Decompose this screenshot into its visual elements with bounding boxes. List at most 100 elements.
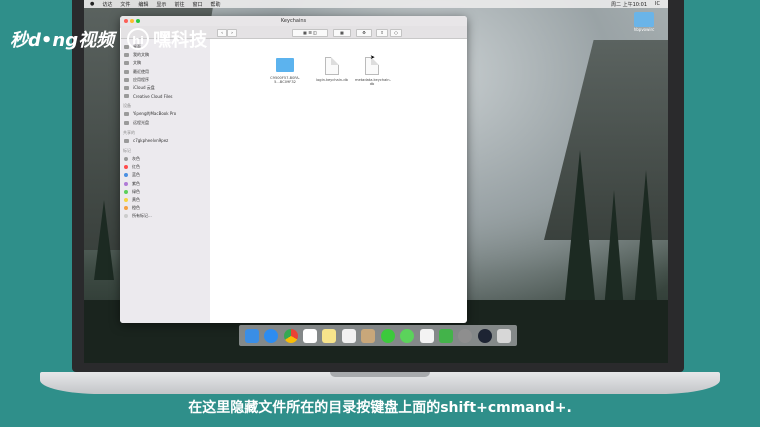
dock (239, 325, 517, 346)
brand-miaodong: 秒d•ng视频 (10, 30, 115, 51)
sidebar-tag-blue[interactable]: 蓝色 (120, 171, 210, 179)
file-name: C9500F57-B0FA-5...BC09F32 (270, 76, 300, 84)
sidebar-item-shared-host[interactable]: c7gkpheelvn9pez (120, 137, 210, 145)
document-icon (124, 61, 129, 66)
document-icon (325, 57, 339, 75)
pages-icon[interactable] (341, 328, 356, 343)
menu-item[interactable]: 访达 (102, 1, 112, 8)
watermark-logo: 秒d•ng视频 hi 嘿科技 (10, 26, 207, 52)
tag-icon[interactable]: ○ (390, 29, 402, 37)
finder-sidebar: 桌面 我的文稿 文稿 最近使用 应用程序 iCloud 云盘 Creative … (120, 39, 210, 323)
logo-divider (120, 28, 122, 50)
tag-dot-icon (124, 214, 128, 219)
wechat-icon[interactable] (380, 328, 395, 343)
sidebar-tag-green[interactable]: 绿色 (120, 188, 210, 196)
file-item[interactable]: metadata.keychain-db (355, 57, 391, 86)
hi-logo-icon: hi (127, 28, 150, 50)
user-menu[interactable]: IC (655, 1, 660, 8)
menu-item[interactable]: 窗口 (192, 1, 202, 8)
sidebar-tag-purple[interactable]: 紫色 (120, 179, 210, 187)
sidebar-section-tags: 标记 (123, 147, 131, 153)
folder-icon (124, 53, 129, 58)
numbers-icon[interactable] (438, 328, 453, 343)
window-title: Keychains (280, 18, 307, 24)
sidebar-item-applications[interactable]: 应用程序 (120, 76, 210, 84)
mouse-cursor-icon: ➤ (370, 54, 376, 61)
group-button[interactable]: ▦ (333, 29, 351, 37)
calendar-icon[interactable] (302, 328, 317, 343)
menu-item[interactable]: 帮助 (210, 1, 220, 8)
chrome-icon[interactable] (283, 328, 298, 343)
quicktime-icon[interactable] (477, 328, 492, 343)
brand-heikeji: 嘿科技 (153, 30, 208, 51)
applications-icon (124, 77, 129, 82)
folder-icon (124, 94, 129, 99)
file-item[interactable]: C9500F57-B0FA-5...BC09F32 (268, 57, 302, 84)
messages-icon[interactable] (400, 328, 415, 343)
action-gear-icon[interactable]: ⚙ (356, 29, 372, 37)
safari-icon[interactable] (264, 328, 279, 343)
disc-icon (124, 120, 129, 125)
monitor-icon (124, 138, 129, 143)
title-bar[interactable]: Keychains (120, 16, 467, 26)
sidebar-section-devices: 设备 (123, 103, 131, 109)
sidebar-tag-red[interactable]: 红色 (120, 163, 210, 171)
back-button[interactable]: ‹ (217, 29, 227, 37)
video-subtitle: 在这里隐藏文件所在的目录按键盘上面的shift+cmmand+. (188, 400, 572, 416)
forward-button[interactable]: › (227, 29, 237, 37)
pine-tree (604, 190, 624, 310)
finder-icon[interactable] (244, 328, 259, 343)
file-name: metadata.keychain-db (355, 78, 391, 86)
zoom-icon[interactable] (136, 19, 140, 23)
menu-item[interactable]: 编辑 (138, 1, 148, 8)
sidebar-item-creative-cloud[interactable]: Creative Cloud Files (120, 92, 210, 100)
tag-dot-icon (124, 206, 128, 211)
folder-icon (634, 12, 654, 27)
contacts-icon[interactable] (361, 328, 376, 343)
minimize-icon[interactable] (130, 19, 134, 23)
notes-icon[interactable] (322, 328, 337, 343)
finder-window: Keychains ‹ › ▦ ☰ ◫ ▦ ⚙ ⇧ ○ 桌面 我的文稿 文稿 最… (120, 16, 467, 323)
sidebar-tag-yellow[interactable]: 黄色 (120, 196, 210, 204)
menu-item[interactable]: 文件 (120, 1, 130, 8)
laptop-icon (124, 112, 129, 117)
clock-icon (124, 69, 129, 74)
apple-icon[interactable]: ● (90, 1, 94, 7)
textedit-icon[interactable] (419, 328, 434, 343)
desktop-folder-label: hbpvowirc (633, 27, 655, 32)
sidebar-item-remote-disc[interactable]: 远程光盘 (120, 119, 210, 127)
desktop-folder[interactable]: hbpvowirc (630, 12, 658, 32)
folder-icon (276, 58, 294, 72)
file-item[interactable]: login.keychain-db (315, 57, 349, 82)
sidebar-tag-gray[interactable]: 灰色 (120, 155, 210, 163)
tag-dot-icon (124, 173, 128, 178)
tag-dot-icon (124, 189, 128, 194)
sidebar-all-tags[interactable]: 所有标记... (120, 212, 210, 220)
sidebar-item-macbook[interactable]: Yipeng的MacBook Pro (120, 110, 210, 118)
sidebar-item-recents[interactable]: 最近使用 (120, 68, 210, 76)
sidebar-item-icloud[interactable]: iCloud 云盘 (120, 84, 210, 92)
view-mode-buttons[interactable]: ▦ ☰ ◫ (292, 29, 328, 37)
tag-dot-icon (124, 165, 128, 170)
file-name: login.keychain-db (316, 78, 348, 82)
sidebar-item-documents[interactable]: 文稿 (120, 59, 210, 67)
close-icon[interactable] (124, 19, 128, 23)
menu-bar: ● 访达 文件 编辑 显示 前往 窗口 帮助 周二 上午10:01 IC (84, 0, 668, 8)
sidebar-section-shared: 共享的 (123, 129, 135, 135)
cloud-icon (124, 86, 129, 91)
sidebar-tag-orange[interactable]: 橙色 (120, 204, 210, 212)
sidebar-item-my-documents[interactable]: 我的文稿 (120, 51, 210, 59)
clock[interactable]: 周二 上午10:01 (611, 1, 647, 8)
share-icon[interactable]: ⇧ (376, 29, 388, 37)
pine-tree (564, 150, 596, 310)
file-browser-content[interactable]: C9500F57-B0FA-5...BC09F32 login.keychain… (210, 39, 467, 323)
system-prefs-icon[interactable] (458, 328, 473, 343)
tag-dot-icon (124, 197, 128, 202)
pine-tree (94, 200, 114, 280)
tag-dot-icon (124, 181, 128, 186)
menu-item[interactable]: 前往 (174, 1, 184, 8)
tag-dot-icon (124, 156, 128, 161)
menu-item[interactable]: 显示 (156, 1, 166, 8)
pine-tree (634, 170, 658, 310)
trash-icon[interactable] (497, 328, 512, 343)
